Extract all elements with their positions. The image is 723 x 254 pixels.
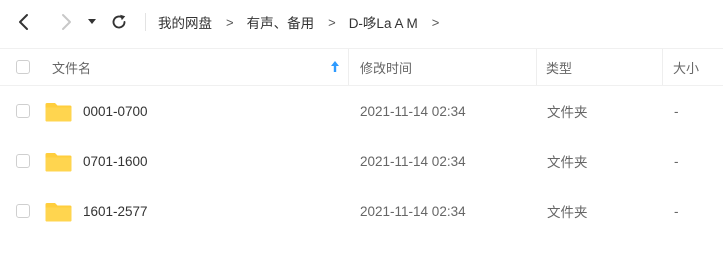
toolbar: 我的网盘 > 有声、备用 > D-哆La A M > [0,0,723,44]
toolbar-divider [145,13,146,31]
folder-icon-cell [45,136,72,186]
refresh-icon [112,14,126,29]
column-header-size-label: 大小 [673,60,700,76]
file-name[interactable]: 1601-2577 [83,186,148,236]
folder-icon [45,202,72,221]
breadcrumb-item-audio[interactable]: 有声、备用 [247,12,315,32]
file-size: - [674,153,679,169]
row-select-cell [16,136,30,186]
refresh-button[interactable] [107,10,131,34]
table-row[interactable]: 1601-2577 2021-11-14 02:34 文件夹 - [0,186,723,236]
breadcrumb-separator[interactable]: > [418,15,453,30]
row-checkbox[interactable] [16,204,30,218]
column-header-name[interactable]: 文件名 [52,49,346,85]
column-header-type-label: 类型 [546,60,573,76]
folder-icon [45,102,72,121]
breadcrumb-item-root[interactable]: 我的网盘 [158,12,212,32]
file-type: 文件夹 [547,105,588,120]
breadcrumb: 我的网盘 > 有声、备用 > D-哆La A M > [158,12,452,32]
folder-icon-cell [45,86,72,136]
column-divider[interactable] [662,49,663,85]
breadcrumb-separator: > [226,14,234,30]
table-header: 文件名 修改时间 类型 大小 [0,48,723,86]
history-dropdown-button[interactable] [84,10,100,34]
row-checkbox[interactable] [16,154,30,168]
column-header-modified[interactable]: 修改时间 [360,49,412,85]
column-divider[interactable] [348,49,349,85]
modified-time: 2021-11-14 02:34 [360,153,466,169]
column-divider[interactable] [536,49,537,85]
back-button[interactable] [12,10,36,34]
column-header-name-label: 文件名 [52,60,92,76]
file-type: 文件夹 [547,205,588,220]
file-size: - [674,103,679,119]
column-header-type[interactable]: 类型 [546,49,572,85]
select-all-cell [16,49,30,85]
forward-button[interactable] [54,10,78,34]
file-name[interactable]: 0001-0700 [83,86,148,136]
file-size: - [674,203,679,219]
breadcrumb-separator: > [328,14,336,30]
select-all-checkbox[interactable] [16,60,30,74]
folder-icon [45,152,72,171]
caret-down-icon [88,19,96,24]
row-select-cell [16,186,30,236]
chevron-left-icon [19,14,28,30]
file-type: 文件夹 [547,155,588,170]
row-checkbox[interactable] [16,104,30,118]
table-row[interactable]: 0701-1600 2021-11-14 02:34 文件夹 - [0,136,723,186]
modified-time: 2021-11-14 02:34 [360,203,466,219]
column-header-modified-label: 修改时间 [360,60,413,76]
column-header-size[interactable]: 大小 [673,49,699,85]
table-row[interactable]: 0001-0700 2021-11-14 02:34 文件夹 - [0,86,723,136]
modified-time: 2021-11-14 02:34 [360,103,466,119]
breadcrumb-item-current[interactable]: D-哆La A M [349,12,418,32]
file-name[interactable]: 0701-1600 [83,136,148,186]
folder-icon-cell [45,186,72,236]
row-select-cell [16,86,30,136]
arrow-up-icon [331,61,339,72]
chevron-right-icon [62,14,71,30]
